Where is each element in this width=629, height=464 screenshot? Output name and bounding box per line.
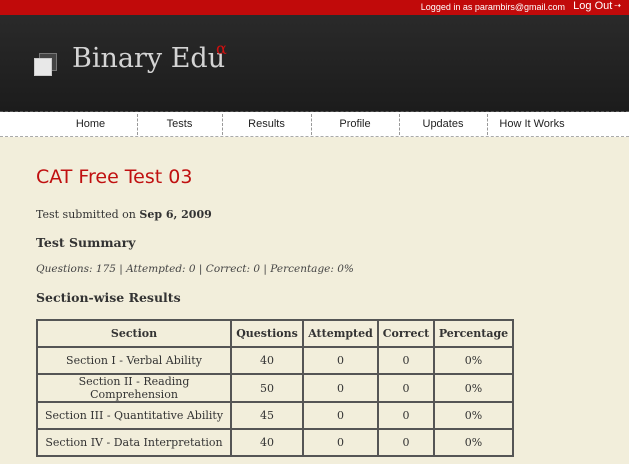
cell-section: Section I - Verbal Ability [36,346,232,375]
brand-superscript: α [216,39,227,58]
logout-link[interactable]: Log Out ⇢ [573,0,621,12]
submitted-prefix: Test submitted on [36,208,140,221]
nav-item-results[interactable]: Results [222,112,311,137]
table-header-row: Section Questions Attempted Correct Perc… [36,319,514,348]
cell-section: Section III - Quantitative Ability [36,401,232,430]
cell-attempted: 0 [302,428,379,457]
logout-arrow-icon: ⇢ [614,1,621,10]
logout-label: Log Out [573,0,613,12]
section-results-table: Section Questions Attempted Correct Perc… [36,319,514,457]
site-brand[interactable]: Binary Edu [72,43,225,74]
column-header-section: Section [36,319,232,348]
cell-attempted: 0 [302,373,379,403]
table-row: Section II - Reading Comprehension 50 0 … [36,373,514,403]
cell-correct: 0 [377,373,435,403]
cell-correct: 0 [377,346,435,375]
main-nav: Home Tests Results Profile Updates How I… [0,112,629,137]
column-header-questions: Questions [230,319,304,348]
cell-percentage: 0% [433,428,514,457]
cell-questions: 50 [230,373,304,403]
cell-correct: 0 [377,428,435,457]
table-row: Section I - Verbal Ability 40 0 0 0% [36,346,514,375]
summary-line: Questions: 175 | Attempted: 0 | Correct:… [36,263,354,275]
cell-attempted: 0 [302,346,379,375]
submitted-date: Sep 6, 2009 [139,208,212,221]
table-row: Section III - Quantitative Ability 45 0 … [36,401,514,430]
cell-questions: 40 [230,346,304,375]
cell-correct: 0 [377,401,435,430]
submission-info: Test submitted on Sep 6, 2009 [36,208,212,221]
logo-front-square [34,58,52,76]
column-header-percentage: Percentage [433,319,514,348]
column-header-correct: Correct [377,319,435,348]
summary-heading: Test Summary [36,235,136,250]
logged-in-text: Logged in as parambirs@gmail.com [420,2,565,12]
cell-section: Section II - Reading Comprehension [36,373,232,403]
cell-questions: 45 [230,401,304,430]
page-title: CAT Free Test 03 [36,166,193,188]
cell-percentage: 0% [433,373,514,403]
site-header: Binary Edu α [0,15,629,112]
nav-item-updates[interactable]: Updates [399,112,487,137]
nav-item-tests[interactable]: Tests [137,112,222,137]
logo-icon [34,53,58,77]
cell-questions: 40 [230,428,304,457]
nav-item-how-it-works[interactable]: How It Works [487,112,577,137]
cell-percentage: 0% [433,346,514,375]
column-header-attempted: Attempted [302,319,379,348]
table-row: Section IV - Data Interpretation 40 0 0 … [36,428,514,457]
nav-item-home[interactable]: Home [44,112,137,137]
cell-section: Section IV - Data Interpretation [36,428,232,457]
top-bar: Logged in as parambirs@gmail.com Log Out… [0,0,629,15]
cell-percentage: 0% [433,401,514,430]
nav-item-profile[interactable]: Profile [311,112,399,137]
section-results-heading: Section-wise Results [36,290,181,305]
cell-attempted: 0 [302,401,379,430]
